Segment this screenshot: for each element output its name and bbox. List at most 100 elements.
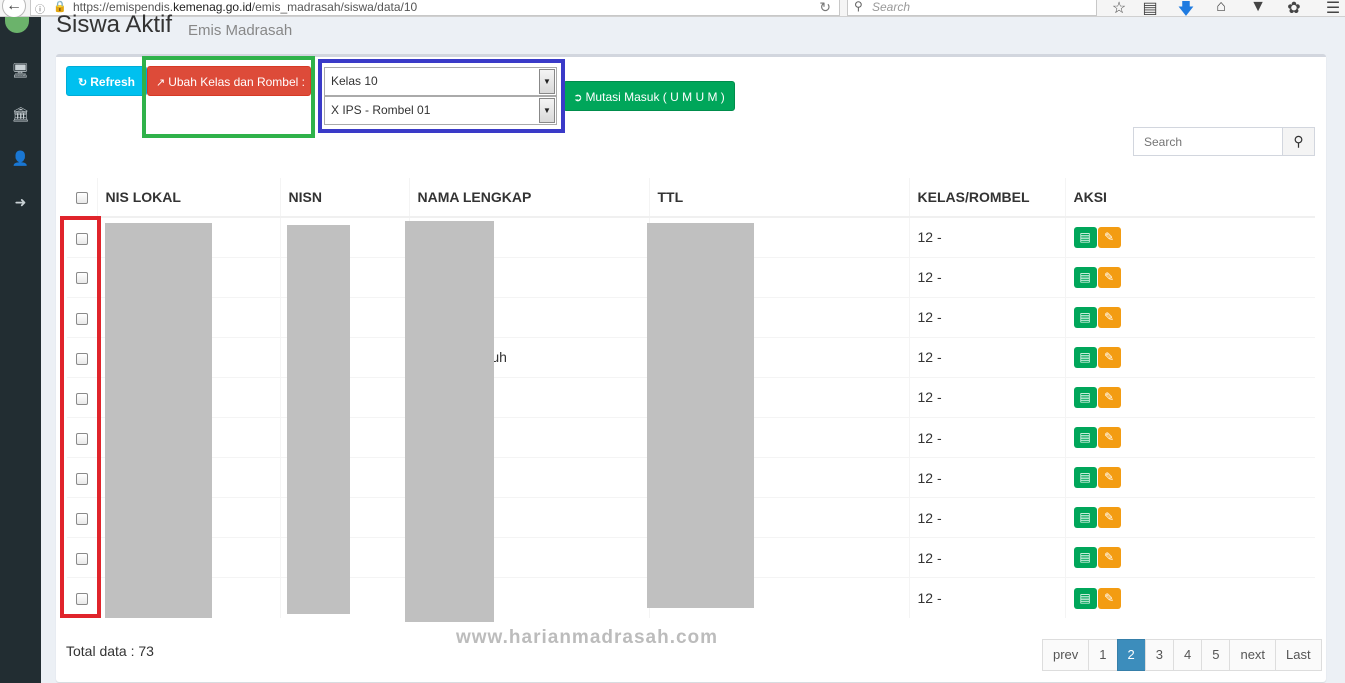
cell-kelas-rombel: 12 - — [908, 376, 1065, 418]
pencil-icon[interactable]: ✎ — [1097, 226, 1121, 248]
select-all-cell — [67, 178, 97, 218]
detail-icon[interactable]: ▤ — [1073, 266, 1097, 288]
table-search: ⚲ — [1133, 127, 1315, 156]
redaction-block — [105, 223, 212, 618]
page-link[interactable]: next — [1229, 639, 1277, 671]
aksi-buttons: ▤ ✎ — [1073, 346, 1121, 368]
detail-icon[interactable]: ▤ — [1073, 226, 1097, 248]
pencil-icon[interactable]: ✎ — [1097, 266, 1121, 288]
content-header: Siswa Aktif Emis Madrasah — [41, 11, 1345, 53]
aksi-buttons: ▤ ✎ — [1073, 427, 1121, 449]
cell-kelas-rombel: 12 - — [908, 577, 1065, 618]
aksi-buttons: ▤ ✎ — [1073, 386, 1121, 408]
detail-icon[interactable]: ▤ — [1073, 346, 1097, 368]
home-icon[interactable]: ⌂ — [1210, 0, 1232, 16]
col-nama-lengkap[interactable]: NAMA LENGKAP — [408, 178, 649, 218]
detail-icon[interactable]: ▤ — [1073, 467, 1097, 489]
cell-kelas-rombel: 12 - — [908, 457, 1065, 498]
search-icon: ⚲ — [1293, 133, 1304, 149]
pocket-icon[interactable]: ▼ — [1247, 0, 1269, 16]
page-link[interactable]: 1 — [1088, 639, 1118, 671]
pencil-icon[interactable]: ✎ — [1097, 467, 1121, 489]
redaction-block — [647, 223, 754, 608]
aksi-buttons: ▤ ✎ — [1073, 467, 1121, 489]
detail-icon[interactable]: ▤ — [1073, 306, 1097, 328]
cell-aksi: ▤ ✎ — [1064, 296, 1315, 338]
redaction-block — [405, 221, 494, 622]
detail-icon[interactable]: ▤ — [1073, 507, 1097, 529]
page-subtitle: Emis Madrasah — [188, 22, 293, 39]
search-input[interactable] — [1133, 127, 1283, 156]
aksi-buttons: ▤ ✎ — [1073, 306, 1121, 328]
institution-icon[interactable]: 🏛 — [0, 106, 41, 123]
page-link[interactable]: prev — [1042, 639, 1090, 671]
cell-aksi: ▤ ✎ — [1064, 537, 1315, 578]
mutasi-masuk-label: Mutasi Masuk ( U M U M ) — [585, 90, 725, 104]
pencil-icon[interactable]: ✎ — [1097, 587, 1121, 609]
page-link[interactable]: 4 — [1173, 639, 1203, 671]
search-button[interactable]: ⚲ — [1282, 127, 1315, 156]
refresh-icon: ↻ — [78, 77, 88, 89]
cell-aksi: ▤ ✎ — [1064, 577, 1315, 618]
aksi-buttons: ▤ ✎ — [1073, 226, 1121, 248]
page-title: Siswa Aktif — [56, 11, 173, 38]
aksi-buttons: ▤ ✎ — [1073, 266, 1121, 288]
cell-aksi: ▤ ✎ — [1064, 216, 1315, 258]
sidebar: 🖥 🏛 👤 ➜ — [0, 17, 41, 683]
reload-icon[interactable]: ↻ — [819, 0, 831, 16]
select-all-checkbox[interactable] — [75, 192, 88, 205]
col-nisn[interactable]: NISN — [279, 178, 409, 218]
table-header-row: NIS LOKAL NISN NAMA LENGKAP TTL KELAS/RO… — [67, 178, 1315, 218]
user-avatar[interactable] — [5, 17, 29, 33]
redaction-block — [287, 225, 350, 614]
cell-aksi: ▤ ✎ — [1064, 416, 1315, 458]
cell-kelas-rombel: 12 - — [908, 497, 1065, 538]
highlight-box-green — [142, 56, 315, 138]
reading-list-icon[interactable]: ▤ — [1139, 0, 1161, 18]
col-kelas-rombel[interactable]: KELAS/ROMBEL — [908, 178, 1065, 218]
back-arrow-icon[interactable]: ← — [2, 0, 26, 18]
pencil-icon[interactable]: ✎ — [1097, 427, 1121, 449]
extension-icon[interactable]: ✿ — [1283, 0, 1305, 18]
cell-kelas-rombel: 12 - — [908, 537, 1065, 578]
page-link[interactable]: Last — [1275, 639, 1322, 671]
detail-icon[interactable]: ▤ — [1073, 386, 1097, 408]
cell-kelas-rombel: 12 - — [908, 216, 1065, 258]
cell-kelas-rombel: 12 - — [908, 416, 1065, 458]
info-icon[interactable]: ⓘ — [35, 1, 45, 16]
aksi-buttons: ▤ ✎ — [1073, 587, 1121, 609]
col-nis-lokal[interactable]: NIS LOKAL — [96, 178, 280, 218]
bookmark-star-icon[interactable]: ☆ — [1108, 0, 1130, 18]
sign-out-icon[interactable]: ➜ — [0, 194, 41, 211]
menu-icon[interactable]: ☰ — [1322, 0, 1344, 18]
detail-icon[interactable]: ▤ — [1073, 547, 1097, 569]
pencil-icon[interactable]: ✎ — [1097, 306, 1121, 328]
detail-icon[interactable]: ▤ — [1073, 587, 1097, 609]
user-icon[interactable]: 👤 — [0, 150, 41, 167]
detail-icon[interactable]: ▤ — [1073, 427, 1097, 449]
pencil-icon[interactable]: ✎ — [1097, 547, 1121, 569]
desktop-icon[interactable]: 🖥 — [0, 62, 41, 79]
highlight-box-red — [60, 216, 101, 618]
pencil-icon[interactable]: ✎ — [1097, 386, 1121, 408]
page-link[interactable]: 3 — [1144, 639, 1174, 671]
page-link[interactable]: 2 — [1116, 639, 1146, 671]
browser-search-bar[interactable]: ⚲ Search — [847, 0, 1097, 16]
pencil-icon[interactable]: ✎ — [1097, 346, 1121, 368]
browser-search-placeholder: Search — [872, 0, 911, 14]
search-icon: ⚲ — [854, 0, 863, 13]
pencil-icon[interactable]: ✎ — [1097, 507, 1121, 529]
page-link[interactable]: 5 — [1201, 639, 1231, 671]
mutasi-masuk-button[interactable]: ➲ Mutasi Masuk ( U M U M ) — [563, 81, 735, 111]
cell-aksi: ▤ ✎ — [1064, 497, 1315, 538]
col-ttl[interactable]: TTL — [648, 178, 909, 218]
cell-kelas-rombel: 12 - — [908, 336, 1065, 378]
cell-kelas-rombel: 12 - — [908, 296, 1065, 338]
cell-aksi: ▤ ✎ — [1064, 256, 1315, 298]
cell-aksi: ▤ ✎ — [1064, 336, 1315, 378]
aksi-buttons: ▤ ✎ — [1073, 547, 1121, 569]
watermark-text: www.harianmadrasah.com — [456, 627, 719, 648]
sign-in-icon: ➲ — [573, 92, 583, 104]
cell-aksi: ▤ ✎ — [1064, 376, 1315, 418]
refresh-button[interactable]: ↻ Refresh — [66, 66, 147, 96]
